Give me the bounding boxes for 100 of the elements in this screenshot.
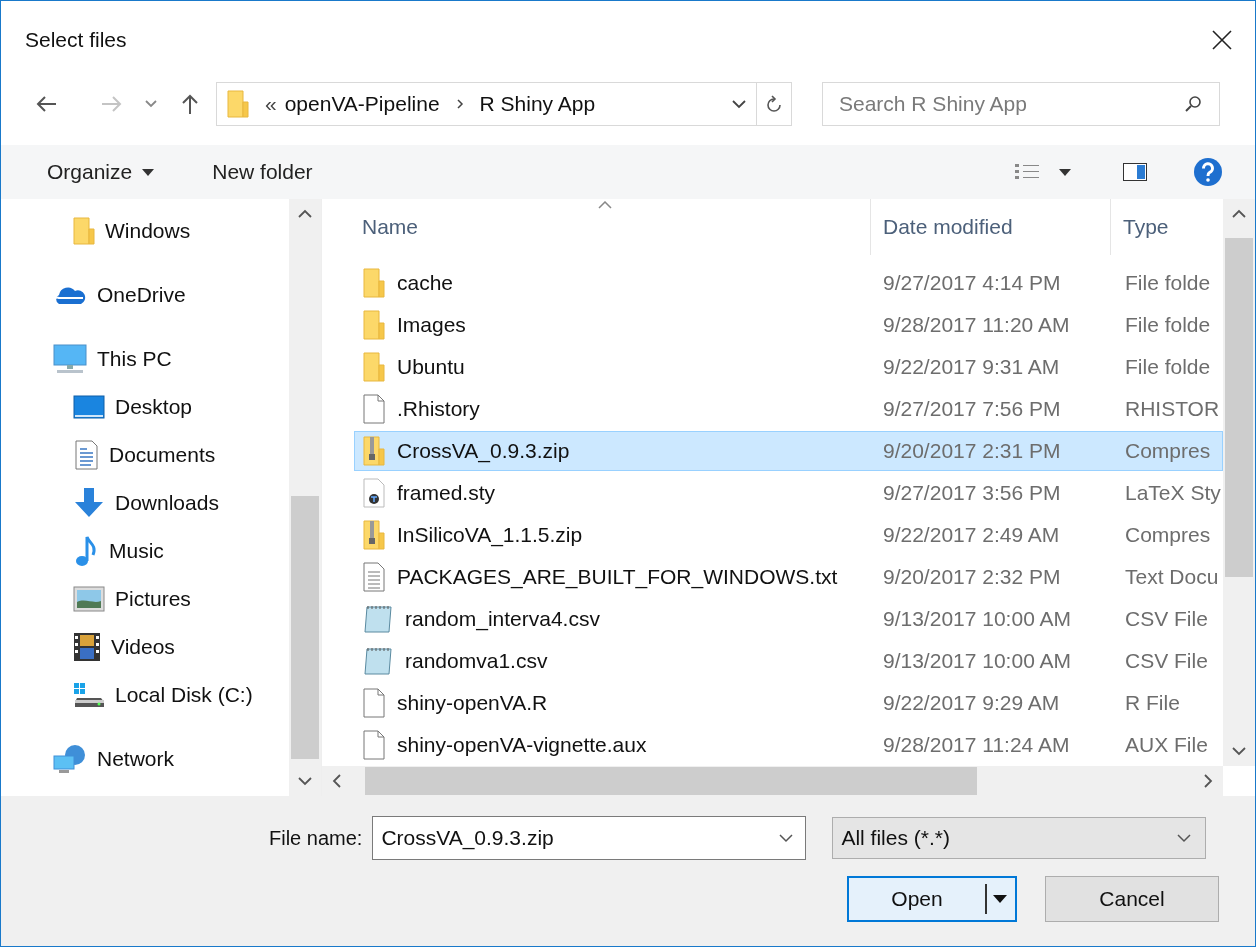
file-icon <box>363 688 385 718</box>
preview-pane-icon[interactable] <box>1123 163 1147 181</box>
date-modified: 9/20/2017 2:31 PM <box>883 439 1061 463</box>
breadcrumb[interactable]: openVA-Pipeline <box>284 92 440 116</box>
file-type: RHISTOR <box>1125 397 1220 421</box>
nav-item[interactable]: Downloads <box>1 479 289 527</box>
scrollbar[interactable] <box>1223 199 1255 766</box>
date-modified: 9/20/2017 2:32 PM <box>883 565 1061 589</box>
address-bar[interactable]: « openVA-Pipeline R Shiny App <box>216 82 792 126</box>
drive-icon <box>73 682 105 708</box>
file-type: R File <box>1125 691 1180 715</box>
file-row[interactable]: Images 9/28/2017 11:20 AM File folde <box>354 305 1223 345</box>
file-row[interactable]: .Rhistory 9/27/2017 7:56 PM RHISTOR <box>354 389 1223 429</box>
zip-folder-icon <box>363 520 385 550</box>
column-header[interactable]: Date modified <box>870 199 1110 255</box>
file-type: LaTeX Sty <box>1125 481 1221 505</box>
date-modified: 9/13/2017 10:00 AM <box>883 649 1071 673</box>
chevron-right-icon[interactable] <box>455 98 464 110</box>
nav-item[interactable]: Documents <box>1 431 289 479</box>
scrollbar[interactable] <box>322 766 1223 796</box>
file-type: File folde <box>1125 313 1211 337</box>
help-icon[interactable] <box>1193 157 1223 187</box>
new-folder-button[interactable]: New folder <box>202 156 323 188</box>
file-row[interactable]: CrossVA_0.9.3.zip 9/20/2017 2:31 PM Compres <box>354 431 1223 471</box>
file-type: Compres <box>1125 523 1211 547</box>
nav-item[interactable]: Videos <box>1 623 289 671</box>
file-name-field[interactable]: CrossVA_0.9.3.zip <box>372 816 807 860</box>
document-icon <box>73 440 99 470</box>
file-type: Text Docu <box>1125 565 1219 589</box>
nav-item[interactable]: Music <box>1 527 289 575</box>
file-row[interactable]: randomva1.csv 9/13/2017 10:00 AM CSV File <box>354 641 1223 681</box>
caret-icon[interactable] <box>993 895 1007 903</box>
file-icon <box>363 730 385 760</box>
open-button[interactable]: Open <box>847 876 1017 922</box>
column-header[interactable]: Name <box>340 199 870 255</box>
nav-item[interactable]: Desktop <box>1 383 289 431</box>
scroll-up-icon[interactable] <box>298 209 312 218</box>
file-type: AUX File <box>1125 733 1208 757</box>
file-icon <box>363 394 385 424</box>
window-title: Select files <box>25 28 127 52</box>
file-row[interactable]: shiny-openVA.R 9/22/2017 9:29 AM R File <box>354 683 1223 723</box>
folder-icon <box>363 268 385 298</box>
overflow-chevron[interactable]: « <box>265 92 277 116</box>
dropdown-caret-icon[interactable] <box>732 99 746 109</box>
file-row[interactable]: PACKAGES_ARE_BUILT_FOR_WINDOWS.txt 9/20/2017 2:32 PM Text Docu <box>354 557 1223 597</box>
file-type: CSV File <box>1125 607 1208 631</box>
scroll-down-icon[interactable] <box>1232 747 1246 756</box>
nav-item[interactable]: Windows <box>1 207 289 255</box>
up-arrow-icon[interactable] <box>181 93 199 115</box>
date-modified: 9/28/2017 11:24 AM <box>883 733 1070 757</box>
breadcrumb[interactable]: R Shiny App <box>479 92 596 116</box>
sort-caret-icon <box>598 201 612 209</box>
scroll-left-icon[interactable] <box>332 774 341 788</box>
file-row[interactable]: framed.sty 9/27/2017 3:56 PM LaTeX Sty <box>354 473 1223 513</box>
file-name: PACKAGES_ARE_BUILT_FOR_WINDOWS.txt <box>397 565 838 589</box>
file-name: randomva1.csv <box>405 649 548 673</box>
nav-item[interactable]: Local Disk (C:) <box>1 671 289 719</box>
organize-menu[interactable]: Organize <box>37 156 165 188</box>
nav-item[interactable]: Network <box>1 735 289 783</box>
dropdown-caret-icon[interactable] <box>779 833 794 843</box>
nav-item[interactable]: This PC <box>1 335 289 383</box>
date-modified: 9/27/2017 7:56 PM <box>883 397 1061 421</box>
file-type-dropdown[interactable]: All files (*.*) <box>832 817 1207 859</box>
nav-item[interactable]: OneDrive <box>1 271 289 319</box>
file-row[interactable]: InSilicoVA_1.1.5.zip 9/22/2017 2:49 AM Compres <box>354 515 1223 555</box>
file-name: .Rhistory <box>397 397 480 421</box>
file-name: CrossVA_0.9.3.zip <box>397 439 570 463</box>
computer-icon <box>53 344 87 374</box>
cloud-icon <box>53 285 87 305</box>
refresh-icon[interactable] <box>766 95 782 113</box>
close-icon[interactable] <box>1211 29 1233 51</box>
cancel-button[interactable]: Cancel <box>1045 876 1219 922</box>
file-name: random_interva4.csv <box>405 607 600 631</box>
file-row[interactable]: random_interva4.csv 9/13/2017 10:00 AM CSV File <box>354 599 1223 639</box>
film-icon <box>73 632 101 662</box>
file-row[interactable]: cache 9/27/2017 4:14 PM File folde <box>354 263 1223 303</box>
scrollbar[interactable] <box>289 199 321 796</box>
file-row[interactable]: Ubuntu 9/22/2017 9:31 AM File folde <box>354 347 1223 387</box>
scroll-up-icon[interactable] <box>1232 209 1246 218</box>
nav-item[interactable]: Pictures <box>1 575 289 623</box>
back-arrow-icon[interactable] <box>35 95 57 113</box>
date-modified: 9/13/2017 10:00 AM <box>883 607 1071 631</box>
desktop-icon <box>73 394 105 420</box>
file-name-label: File name: <box>269 826 363 850</box>
date-modified: 9/22/2017 9:31 AM <box>883 355 1060 379</box>
search-icon[interactable] <box>1184 95 1202 113</box>
scroll-down-icon[interactable] <box>298 777 312 786</box>
date-modified: 9/27/2017 3:56 PM <box>883 481 1061 505</box>
notepad-icon <box>363 604 393 634</box>
file-row[interactable]: shiny-openVA-vignette.aux 9/28/2017 11:24 AM AUX File <box>354 725 1223 765</box>
caret-icon[interactable] <box>1059 168 1071 176</box>
file-name: InSilicoVA_1.1.5.zip <box>397 523 583 547</box>
music-note-icon <box>73 535 99 567</box>
search-field[interactable]: Search R Shiny App <box>822 82 1220 126</box>
file-name: shiny-openVA-vignette.aux <box>397 733 647 757</box>
view-list-icon[interactable] <box>1015 163 1041 181</box>
dropdown-caret-icon[interactable] <box>1177 833 1192 843</box>
scroll-right-icon[interactable] <box>1204 774 1213 788</box>
date-modified: 9/27/2017 4:14 PM <box>883 271 1061 295</box>
date-modified: 9/22/2017 2:49 AM <box>883 523 1060 547</box>
